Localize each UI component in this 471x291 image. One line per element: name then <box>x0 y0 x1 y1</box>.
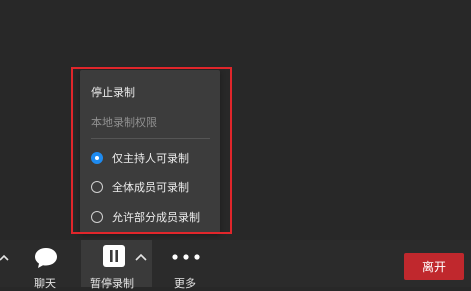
chat-bubble-icon <box>35 248 57 268</box>
chat-label: 聊天 <box>34 277 56 290</box>
chevron-up-icon[interactable] <box>135 253 147 263</box>
more-dots-icon <box>172 254 200 260</box>
leave-button[interactable]: 离开 <box>404 253 464 280</box>
pause-recording-button[interactable]: 暂停录制 <box>81 240 135 290</box>
pause-icon <box>103 245 125 267</box>
highlight-annotation-box <box>71 67 232 234</box>
more-label: 更多 <box>174 277 196 290</box>
chat-button[interactable]: 聊天 <box>28 240 64 290</box>
pause-recording-label: 暂停录制 <box>90 277 134 290</box>
bottom-toolbar: 聊天 暂停录制 更多 <box>0 240 471 290</box>
more-button[interactable]: 更多 <box>170 240 202 290</box>
chevron-up-icon[interactable] <box>0 253 10 263</box>
